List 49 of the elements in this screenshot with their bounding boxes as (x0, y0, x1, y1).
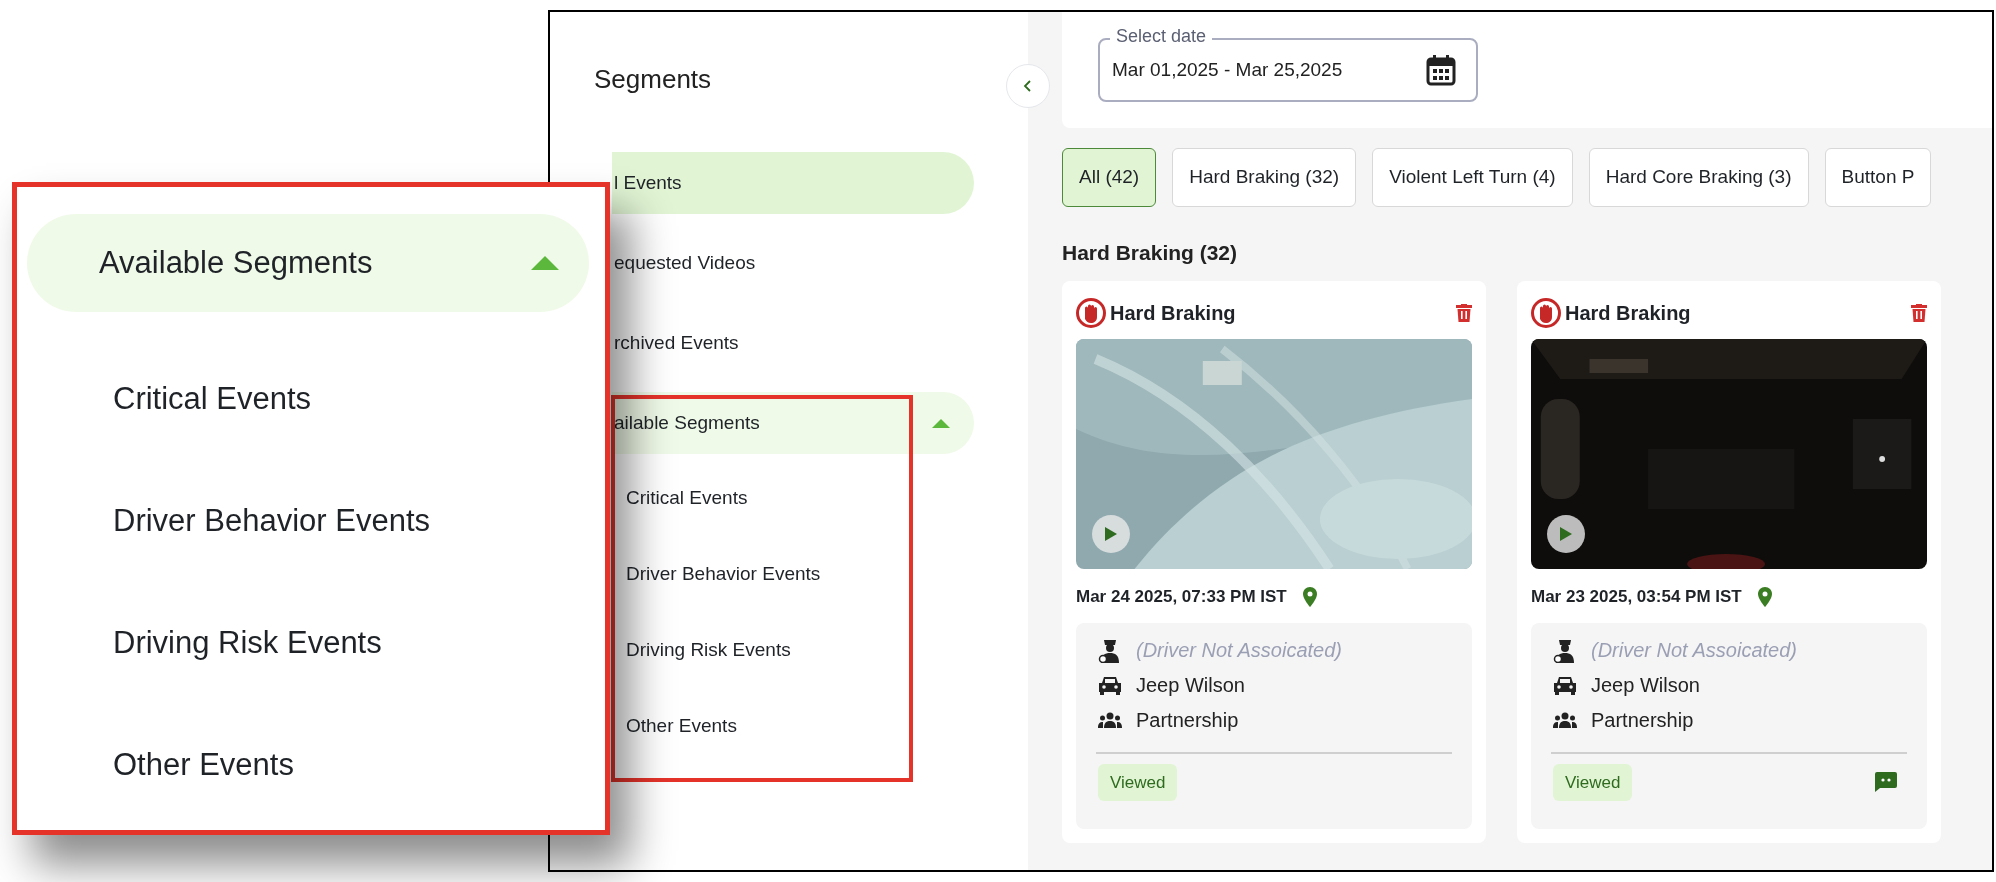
filter-chip[interactable]: Button P (1824, 148, 1932, 207)
comment-icon[interactable] (1875, 772, 1897, 793)
segment-group-item[interactable]: Available Segments (27, 214, 589, 312)
segment-subitem[interactable]: Driver Behavior Events (626, 546, 856, 602)
filter-chip[interactable]: All (42) (1062, 148, 1157, 207)
sidebar-title: Segments (593, 63, 713, 96)
driver-name: (Driver Not Assoicated) (1591, 638, 1797, 663)
caret-up-icon (932, 418, 950, 428)
group-icon (1098, 712, 1122, 728)
segment-subitem[interactable]: Critical Events (626, 470, 856, 526)
segment-subitem[interactable]: Driver Behavior Events (113, 486, 430, 556)
trash-icon[interactable] (1911, 303, 1927, 322)
hand-icon (1076, 297, 1106, 328)
chevron-left-icon (1023, 80, 1033, 92)
sidebar-item[interactable]: l Events (612, 152, 974, 214)
segment-group-item[interactable]: ailable Segments (612, 392, 974, 454)
calendar-icon[interactable] (1426, 54, 1456, 86)
group-name: Partnership (1591, 708, 1694, 733)
play-icon (1105, 526, 1117, 541)
driver-icon (1553, 637, 1577, 663)
filter-chip[interactable]: Violent Left Turn (4) (1372, 148, 1573, 207)
status-badge: Viewed (1098, 763, 1178, 801)
hand-icon (1531, 297, 1561, 328)
segment-subitem[interactable]: Driving Risk Events (113, 608, 382, 678)
event-date: Mar 24 2025, 07:33 PM IST (1076, 585, 1287, 608)
section-title: Hard Braking (32) (1062, 240, 1239, 266)
trash-icon[interactable] (1456, 303, 1472, 322)
filter-chip[interactable]: Hard Braking (32) (1172, 148, 1357, 207)
car-icon (1553, 675, 1577, 695)
filter-chip[interactable]: Hard Core Braking (3) (1588, 148, 1809, 207)
status-badge: Viewed (1553, 763, 1633, 801)
group-icon (1553, 712, 1577, 728)
event-date: Mar 23 2025, 03:54 PM IST (1531, 585, 1742, 608)
caret-up-icon (531, 256, 559, 270)
play-icon (1560, 526, 1572, 541)
card-title: Hard Braking (1565, 300, 1692, 326)
segment-subitem[interactable]: Driving Risk Events (626, 622, 856, 678)
location-pin-icon[interactable] (1757, 586, 1772, 607)
group-name: Partnership (1136, 708, 1239, 733)
driver-name: (Driver Not Assoicated) (1136, 638, 1342, 663)
car-icon (1098, 675, 1122, 695)
segment-subitem[interactable]: Other Events (626, 698, 856, 754)
location-pin-icon[interactable] (1302, 586, 1317, 607)
segment-subitem[interactable]: Other Events (113, 730, 294, 800)
segment-subitem[interactable]: Critical Events (113, 364, 312, 434)
card-title: Hard Braking (1110, 300, 1237, 326)
vehicle-name: Jeep Wilson (1136, 673, 1245, 698)
driver-icon (1098, 637, 1122, 663)
vehicle-name: Jeep Wilson (1591, 673, 1700, 698)
